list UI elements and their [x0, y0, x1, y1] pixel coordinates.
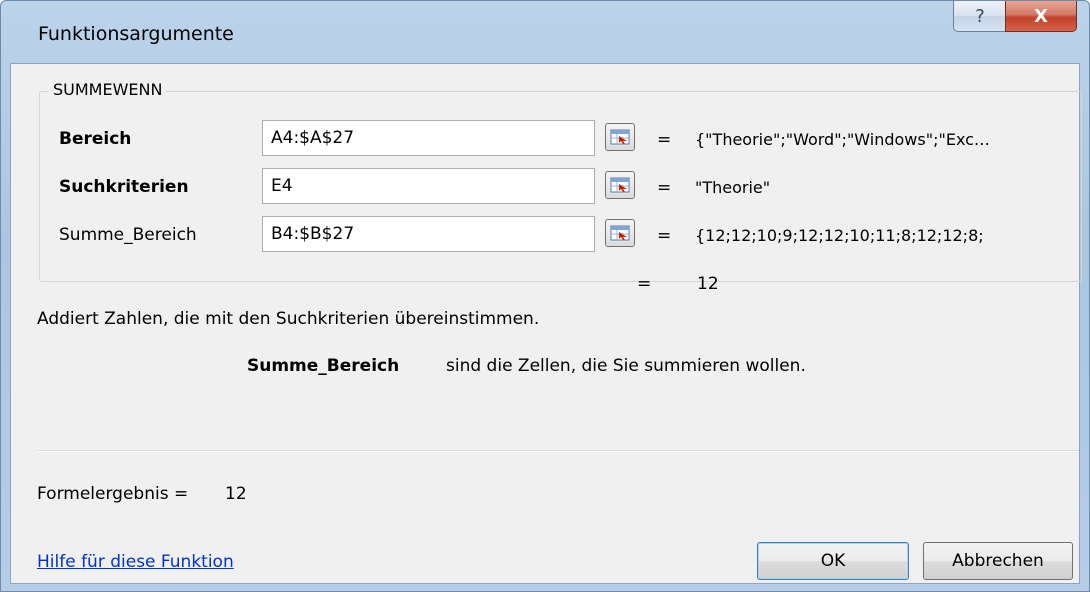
argument-row-summe-bereich: Summe_Bereich = {12;12;10;9;12;12;10;11;… — [40, 216, 1081, 256]
question-mark-icon: ? — [975, 5, 985, 27]
help-link[interactable]: Hilfe für diese Funktion — [37, 552, 234, 572]
argument-row-bereich: Bereich = {"Theorie";"Word";"Windows";"E… — [40, 120, 1081, 160]
argument-value: {"Theorie";"Word";"Windows";"Exc… — [695, 130, 990, 149]
parameter-name: Summe_Bereich — [247, 356, 400, 376]
function-result-value: 12 — [697, 274, 719, 294]
separator-line — [37, 450, 1079, 452]
bereich-input[interactable] — [262, 120, 595, 156]
formula-result-label: Formelergebnis = — [37, 484, 189, 504]
argument-value: "Theorie" — [695, 178, 771, 197]
argument-label: Bereich — [59, 129, 132, 149]
cancel-button[interactable]: Abbrechen — [923, 542, 1073, 580]
collapse-dialog-button-summe-bereich[interactable] — [605, 219, 635, 247]
collapse-dialog-icon — [610, 225, 630, 241]
collapse-dialog-button-bereich[interactable] — [605, 123, 635, 151]
collapse-dialog-button-suchkriterien[interactable] — [605, 171, 635, 199]
dialog-title: Funktionsargumente — [38, 23, 234, 45]
close-button[interactable]: X — [1005, 1, 1077, 32]
formula-result-value: 12 — [225, 484, 247, 504]
argument-value: {12;12;10;9;12;12;10;11;8;12;12;8; — [695, 226, 984, 245]
argument-label: Summe_Bereich — [59, 225, 197, 245]
equals-sign: = — [657, 226, 672, 246]
dialog-body: SUMMEWENN Bereich = {"Theorie";"Word";"W… — [10, 63, 1082, 584]
argument-row-suchkriterien: Suchkriterien = "Theorie" — [40, 168, 1081, 208]
function-name: SUMMEWENN — [49, 80, 167, 99]
collapse-dialog-icon — [610, 177, 630, 193]
dialog-window: Funktionsargumente ? X SUMMEWENN Bereich — [0, 0, 1090, 592]
arguments-group: SUMMEWENN Bereich = {"Theorie";"Word";"W… — [39, 80, 1082, 282]
function-result-equals: = — [637, 274, 652, 294]
suchkriterien-input[interactable] — [262, 168, 595, 204]
equals-sign: = — [657, 130, 672, 150]
close-icon: X — [1034, 5, 1048, 27]
collapse-dialog-icon — [610, 129, 630, 145]
equals-sign: = — [657, 178, 672, 198]
help-button[interactable]: ? — [953, 1, 1007, 32]
title-bar[interactable]: Funktionsargumente ? X — [1, 1, 1089, 63]
ok-button[interactable]: OK — [757, 542, 909, 580]
function-description: Addiert Zahlen, die mit den Suchkriterie… — [37, 309, 540, 329]
argument-label: Suchkriterien — [59, 177, 189, 197]
summe-bereich-input[interactable] — [262, 216, 595, 252]
parameter-description: sind die Zellen, die Sie summieren wolle… — [446, 356, 806, 376]
